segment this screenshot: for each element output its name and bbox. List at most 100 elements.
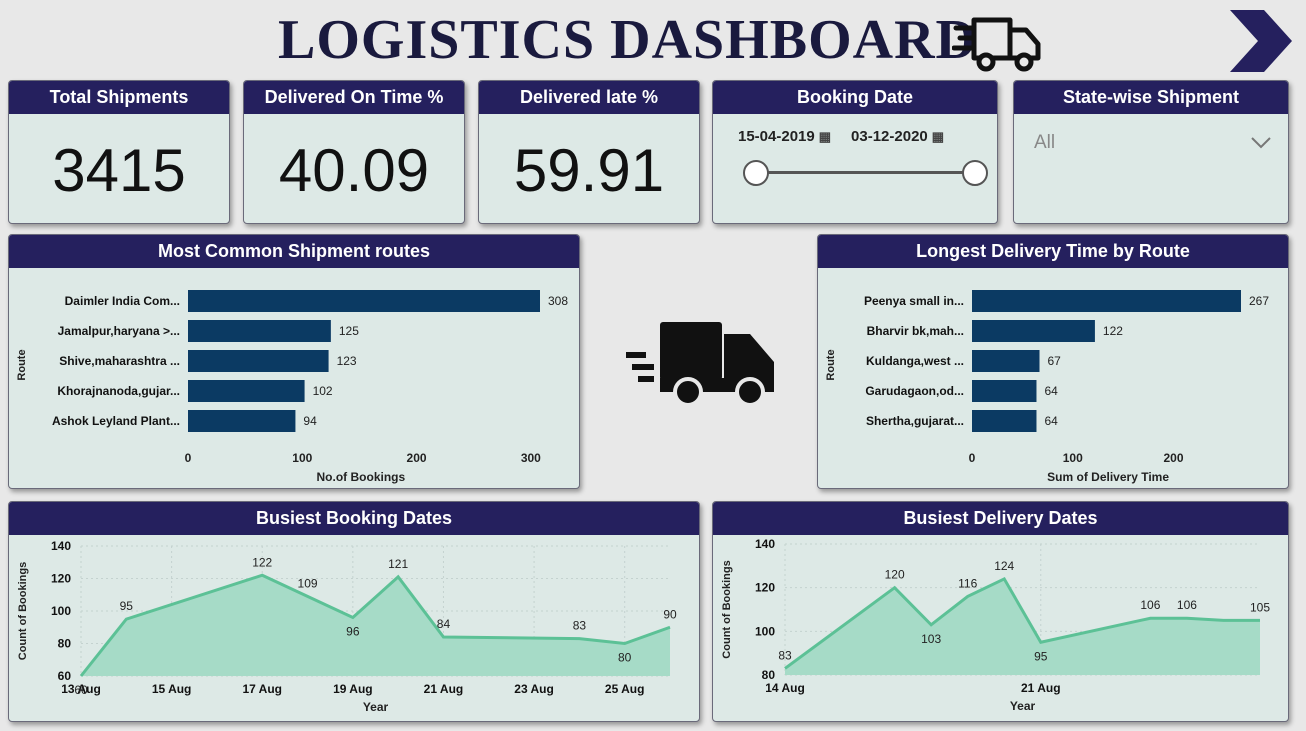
data-label: 96 — [346, 625, 360, 639]
x-tick-label: 17 Aug — [242, 682, 282, 696]
slider-track — [753, 171, 978, 174]
data-label: 60 — [74, 683, 88, 697]
data-label: 120 — [885, 568, 905, 582]
x-axis-label: No.of Bookings — [317, 470, 406, 484]
bar — [188, 380, 305, 402]
bar — [188, 350, 329, 372]
chevron-right-icon[interactable] — [1228, 10, 1294, 72]
category-label: Kuldanga,west ... — [866, 354, 964, 368]
bar — [972, 410, 1037, 432]
x-tick-label: 25 Aug — [605, 682, 645, 696]
x-axis-label: Year — [1010, 699, 1036, 713]
bar — [188, 410, 296, 432]
x-tick-label: 23 Aug — [514, 682, 554, 696]
category-label: Bharvir bk,mah... — [867, 324, 964, 338]
slider-end-handle[interactable] — [962, 160, 988, 186]
data-label: 267 — [1249, 294, 1269, 308]
slider-start-handle[interactable] — [743, 160, 769, 186]
slicer-title: State-wise Shipment — [1014, 81, 1288, 114]
x-tick-label: 300 — [521, 451, 541, 465]
chart-busiest-booking: Busiest Booking Dates 60 80 100 120 140 13 Au… — [8, 501, 700, 722]
chart-title: Busiest Booking Dates — [9, 502, 699, 535]
kpi-label: Delivered late % — [479, 81, 699, 114]
kpi-on-time: Delivered On Time % 40.09 — [243, 80, 465, 224]
slicer-title: Booking Date — [713, 81, 997, 114]
data-label: 122 — [1103, 324, 1123, 338]
category-label: Shertha,gujarat... — [866, 414, 964, 428]
data-label: 122 — [252, 555, 272, 569]
data-label: 308 — [548, 294, 568, 308]
calendar-icon[interactable]: ▦ — [932, 129, 944, 144]
bar — [972, 380, 1037, 402]
chart-busiest-delivery: Busiest Delivery Dates 80 100 120 140 14 Aug… — [712, 501, 1289, 722]
state-wise-slicer: State-wise Shipment All — [1013, 80, 1289, 224]
kpi-value: 40.09 — [278, 137, 430, 204]
x-tick-label: 14 Aug — [765, 681, 805, 695]
kpi-label: Delivered On Time % — [244, 81, 464, 114]
chart-common-routes: Most Common Shipment routes Daimler Indi… — [8, 234, 580, 489]
data-label: 64 — [1044, 384, 1058, 398]
bar — [972, 350, 1040, 372]
x-tick-label: 21 Aug — [1021, 681, 1061, 695]
bar — [188, 320, 331, 342]
area-fill — [785, 578, 1260, 675]
area-chart-svg: 608010012014013 Aug 15 Aug 17 Aug 19 Aug 21 … — [17, 539, 677, 714]
x-tick-label: 21 Aug — [424, 682, 464, 696]
data-label: 125 — [339, 324, 359, 338]
y-axis-label: Count of Bookings — [17, 562, 29, 660]
booking-date-slicer: Booking Date 15-04-2019 ▦ 03-12-2020 ▦ — [712, 80, 998, 224]
category-label: Garudagaon,od... — [865, 384, 964, 398]
data-label: 123 — [337, 354, 357, 368]
data-label: 83 — [778, 648, 792, 662]
bar — [972, 320, 1095, 342]
y-tick-label: 100 — [755, 624, 775, 638]
data-label: 80 — [618, 651, 632, 665]
x-tick-label: 0 — [969, 451, 976, 465]
dropdown-value: All — [1034, 132, 1056, 153]
category-label: Jamalpur,haryana >... — [58, 324, 180, 338]
x-tick-label: 19 Aug — [333, 682, 373, 696]
calendar-icon[interactable]: ▦ — [819, 129, 831, 144]
end-date-field[interactable]: 03-12-2020 ▦ — [851, 128, 944, 145]
kpi-label: Total Shipments — [9, 81, 229, 114]
category-label: Daimler India Com... — [65, 294, 180, 308]
x-tick-label: 100 — [292, 451, 312, 465]
y-tick-label: 120 — [51, 572, 71, 586]
end-date: 03-12-2020 — [851, 128, 928, 145]
data-label: 109 — [298, 576, 318, 590]
x-tick-label: 0 — [185, 451, 192, 465]
data-label: 103 — [921, 632, 941, 646]
data-label: 94 — [303, 414, 317, 428]
y-tick-label: 140 — [755, 537, 775, 551]
delivery-truck-icon — [952, 17, 1041, 72]
x-axis-label: Sum of Delivery Time — [1047, 470, 1169, 484]
y-tick-label: 60 — [58, 669, 72, 683]
kpi-late: Delivered late % 59.91 — [478, 80, 700, 224]
bar — [972, 290, 1241, 312]
category-label: Khorajnanoda,gujar... — [57, 384, 180, 398]
kpi-value: 3415 — [52, 137, 186, 204]
chart-title: Most Common Shipment routes — [9, 235, 579, 268]
data-label: 116 — [958, 576, 977, 590]
x-tick-label: 200 — [407, 451, 427, 465]
data-label: 102 — [313, 384, 333, 398]
kpi-value: 59.91 — [513, 137, 665, 204]
category-label: Ashok Leyland Plant... — [52, 414, 180, 428]
state-dropdown[interactable]: All — [1014, 114, 1288, 154]
category-label: Peenya small in... — [864, 294, 964, 308]
x-axis-label: Year — [363, 700, 389, 714]
start-date: 15-04-2019 — [738, 128, 815, 145]
data-label: 67 — [1048, 354, 1062, 368]
date-range-slider[interactable] — [743, 159, 988, 187]
bar — [188, 290, 540, 312]
y-tick-label: 100 — [51, 604, 71, 618]
chart-longest-delivery: Longest Delivery Time by Route Peenya sm… — [817, 234, 1289, 489]
data-label: 121 — [388, 557, 408, 571]
area-chart-svg: 80 100 120 140 14 Aug 21 Aug 83 120 103 116 124 95 1… — [721, 537, 1270, 713]
data-label: 124 — [994, 559, 1014, 573]
start-date-field[interactable]: 15-04-2019 ▦ — [738, 128, 831, 145]
category-label: Shive,maharashtra ... — [59, 354, 180, 368]
y-axis-label: Count of Bookings — [721, 560, 733, 658]
kpi-total-shipments: Total Shipments 3415 — [8, 80, 230, 224]
data-label: 105 — [1250, 600, 1270, 614]
